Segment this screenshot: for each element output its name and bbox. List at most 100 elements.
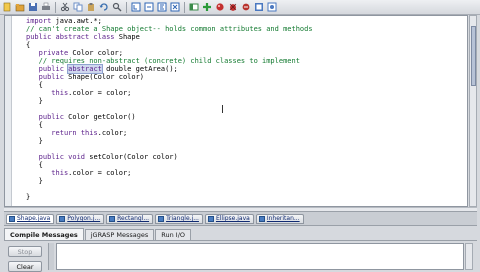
code-line[interactable]: { [26,161,313,169]
code-line[interactable]: } [26,97,313,105]
code-text: { [26,41,31,49]
new-file-button[interactable] [1,2,13,13]
code-line[interactable]: // can't create a Shape object-- holds c… [26,25,313,33]
file-tab-label: Inheritan... [266,215,300,222]
unfold-button[interactable] [169,2,181,13]
file-tab-label: Ellipse.java [215,215,250,222]
undo-button[interactable] [98,2,110,13]
save-button[interactable] [27,2,39,13]
debug-icon [229,3,237,11]
code-line[interactable]: return this.color; [26,129,313,137]
code-line[interactable]: ​ [26,145,313,153]
open-folder-button[interactable] [14,2,26,13]
code-keyword: this [51,89,69,97]
code-keyword: public [38,73,64,81]
code-line[interactable]: ​ [26,105,313,113]
code-line[interactable]: public abstract double getArea(); [26,64,313,74]
file-tab[interactable]: Triangle.j... [155,213,203,224]
java-file-icon [59,215,66,222]
compile-button[interactable] [201,2,213,13]
remove-csd-icon [144,2,154,12]
remove-csd-button[interactable] [143,2,155,13]
code-line[interactable]: this.color = color; [26,169,313,177]
unfold-icon [170,2,180,12]
message-tab[interactable]: jGRASP Messages [84,229,155,240]
source-code[interactable]: import java.awt.*;// can't create a Shap… [26,17,313,201]
code-line[interactable]: } [26,137,313,145]
code-line[interactable]: { [26,121,313,129]
toolbar-separator [55,1,56,13]
code-keyword: return [51,129,77,137]
message-tab[interactable]: Run I/O [155,229,192,240]
file-tab[interactable]: Inheritan... [255,213,304,224]
fold-icon [157,2,167,12]
browse-button[interactable] [188,2,200,13]
run-button[interactable] [214,2,226,13]
file-tab-label: Polygon.j... [67,215,101,222]
fold-button[interactable] [156,2,168,13]
code-line[interactable]: public void setColor(Color color) [26,153,313,161]
code-line[interactable]: } [26,177,313,185]
file-tab-bar: Shape.java Polygon.j... Rectangl... Triangl… [4,211,477,226]
code-keyword: public void [38,153,86,161]
java-file-icon [158,215,165,222]
scrollbar-thumb[interactable] [471,26,476,86]
code-line[interactable]: public Color getColor() [26,113,313,121]
code-text: { [26,121,43,129]
file-tab[interactable]: Rectangl... [106,213,154,224]
file-tab[interactable]: Ellipse.java [204,213,254,224]
code-text: Shape [114,33,140,41]
step-icon [242,3,250,11]
file-tab[interactable]: Shape.java [6,213,55,224]
step-button[interactable] [240,2,252,13]
code-comment: // requires non-abstract (concrete) chil… [26,57,300,65]
generate-csd-button[interactable] [130,2,142,13]
code-line[interactable]: private Color color; [26,49,313,57]
stop-button[interactable]: Stop [8,246,42,257]
code-line[interactable]: this.color = color; [26,89,313,97]
paste-button[interactable] [85,2,97,13]
panel-splitter[interactable] [48,243,54,270]
code-line[interactable]: public Shape(Color color) [26,73,313,81]
code-line[interactable]: // requires non-abstract (concrete) chil… [26,57,313,65]
code-keyword: this [51,169,69,177]
code-line[interactable]: } [26,193,313,201]
code-text: .color; [97,129,128,137]
code-line[interactable]: public abstract class Shape [26,33,313,41]
toolbar-separator [126,1,127,13]
java-file-icon [9,215,15,222]
code-line[interactable]: import java.awt.*; [26,17,313,25]
code-text: Shape(Color color) [63,73,145,81]
code-text: } [26,137,43,145]
cut-icon [60,2,70,12]
interactions-icon [255,3,263,11]
cut-button[interactable] [59,2,71,13]
code-editor[interactable]: import java.awt.*;// can't create a Shap… [4,15,468,207]
copy-button[interactable] [72,2,84,13]
clear-button[interactable]: Clear [8,261,42,272]
compile-messages-area[interactable] [56,243,464,270]
interactions-button[interactable] [253,2,265,13]
code-line[interactable]: { [26,81,313,89]
code-comment: // can't create a Shape object-- holds c… [26,25,313,33]
debug-button[interactable] [227,2,239,13]
code-line[interactable]: ​ [26,185,313,193]
viewer-button[interactable] [266,2,278,13]
find-button[interactable] [111,2,123,13]
save-icon [29,3,37,11]
print-button[interactable] [40,2,52,13]
main-toolbar [0,0,480,15]
message-tab[interactable]: Compile Messages [4,228,84,240]
viewer-icon [267,2,277,12]
code-line[interactable]: { [26,41,313,49]
messages-vertical-scrollbar[interactable] [465,243,473,270]
file-tab[interactable]: Polygon.j... [56,213,105,224]
code-text: Color color; [68,49,123,57]
file-tab-label: Rectangl... [117,215,150,222]
editor-vertical-scrollbar[interactable] [469,15,477,207]
